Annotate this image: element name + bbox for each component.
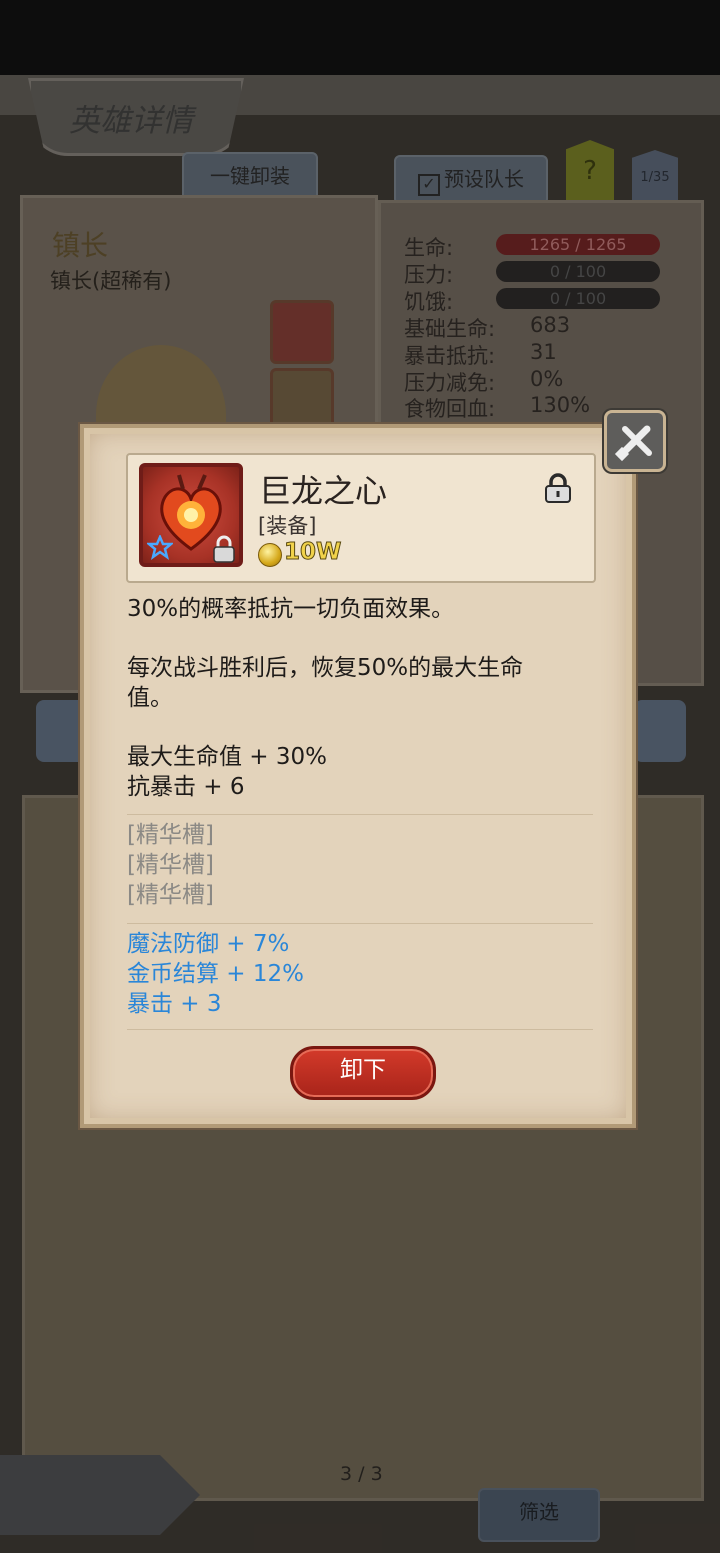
essence-slot-3[interactable]: [精华槽] xyxy=(127,880,214,910)
divider xyxy=(127,814,593,815)
item-bonus-max-hp: 最大生命值 + 30% xyxy=(127,744,328,770)
close-button[interactable] xyxy=(604,410,666,472)
item-effect-1: 30%的概率抵抗一切负面效果。 xyxy=(127,596,455,622)
star-rank-icon xyxy=(147,535,173,560)
item-price: 10W xyxy=(283,539,342,566)
item-lock-icon xyxy=(213,535,235,563)
unequip-button[interactable]: 卸下 xyxy=(290,1046,436,1100)
divider xyxy=(127,1029,593,1030)
extra-magic-defense: 魔法防御 + 7% xyxy=(127,931,290,957)
lock-toggle-icon[interactable] xyxy=(542,472,574,504)
item-bonus-crit-resist: 抗暴击 + 6 xyxy=(127,774,245,800)
item-effect-2-line2: 值。 xyxy=(127,685,173,711)
essence-slot-1[interactable]: [精华槽] xyxy=(127,820,214,850)
gold-coin-icon xyxy=(258,543,282,567)
extra-crit: 暴击 + 3 xyxy=(127,991,222,1017)
item-type: [装备] xyxy=(258,514,317,538)
divider xyxy=(127,923,593,924)
close-icon xyxy=(614,425,652,462)
item-effect-2-line1: 每次战斗胜利后，恢复50%的最大生命 xyxy=(127,655,524,681)
essence-slot-2[interactable]: [精华槽] xyxy=(127,850,214,880)
extra-gold-settlement: 金币结算 + 12% xyxy=(127,961,305,987)
item-name: 巨龙之心 xyxy=(259,472,388,510)
